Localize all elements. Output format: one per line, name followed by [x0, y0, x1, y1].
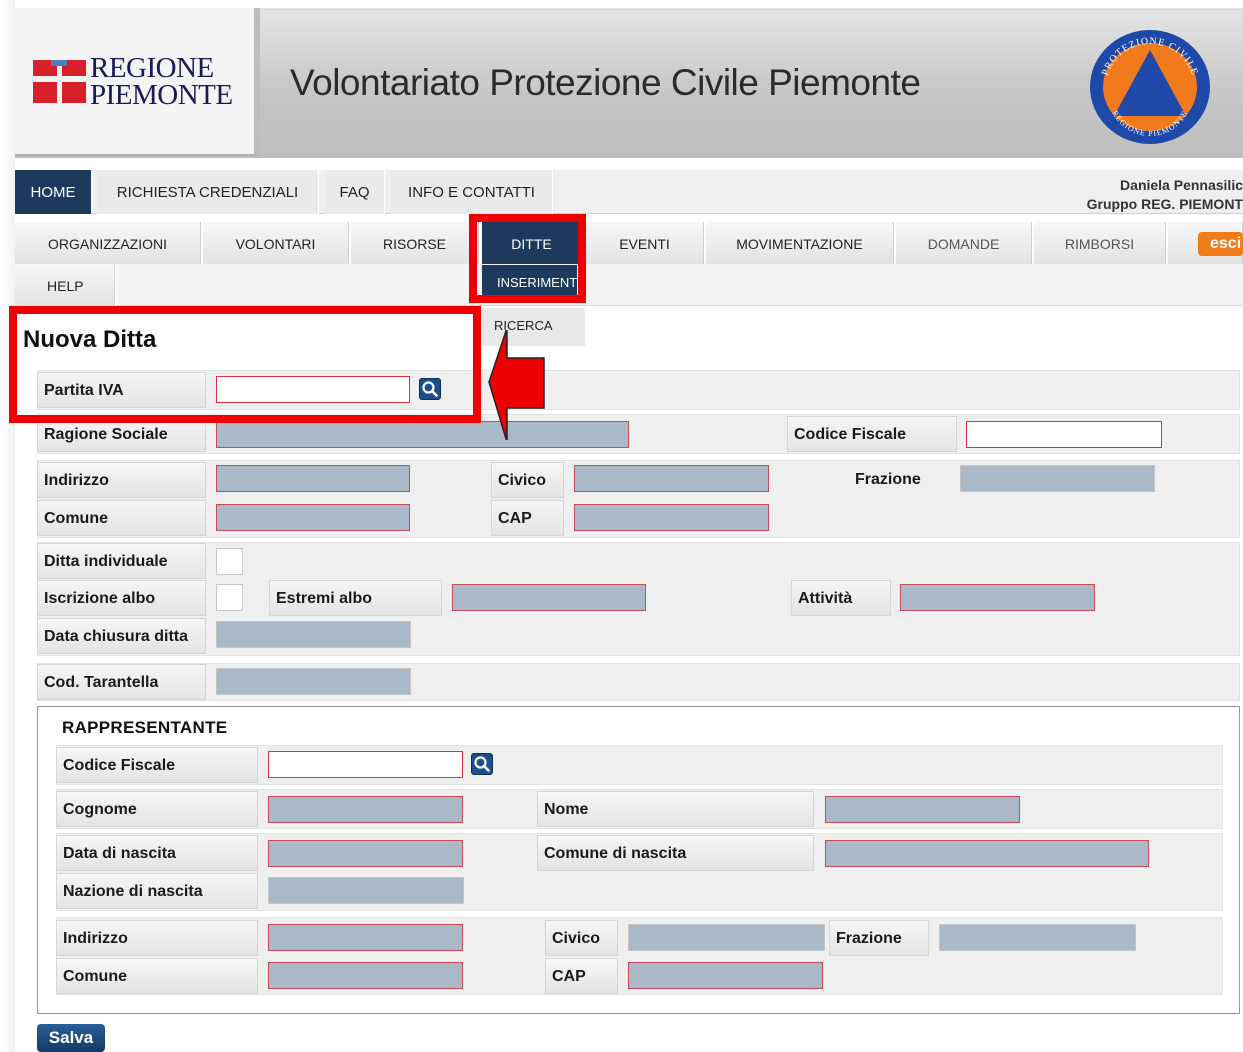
nav-info-contatti[interactable]: INFO E CONTATTI: [391, 170, 553, 214]
rep-label-data-nascita: Data di nascita: [56, 835, 258, 871]
site-title: Volontariato Protezione Civile Piemonte: [290, 62, 921, 103]
top-navigation: HOME RICHIESTA CREDENZIALI FAQ INFO E CO…: [15, 170, 1243, 214]
label-cod-tarantella: Cod. Tarantella: [37, 664, 206, 700]
label-cap: CAP: [491, 500, 564, 536]
menu-risorse[interactable]: RISORSE: [351, 222, 479, 264]
rep-comune-nascita-field[interactable]: [825, 840, 1149, 867]
annotation-arrow-icon: [488, 330, 545, 440]
menu-eventi[interactable]: EVENTI: [586, 222, 704, 264]
region-name-line1: REGIONE: [90, 52, 214, 84]
label-estremi-albo: Estremi albo: [269, 580, 442, 616]
label-civico: Civico: [491, 462, 564, 498]
comune-field[interactable]: [216, 504, 410, 531]
exit-button[interactable]: esci: [1198, 232, 1243, 256]
nav-richiesta-credenziali[interactable]: RICHIESTA CREDENZIALI: [97, 170, 319, 214]
rep-label-civico: Civico: [545, 920, 618, 956]
rep-label-comune: Comune: [56, 958, 258, 994]
attivita-field[interactable]: [900, 584, 1095, 611]
nav-home[interactable]: HOME: [15, 170, 92, 214]
rep-codice-fiscale-search-button[interactable]: [471, 753, 493, 775]
menu-exit-cell: esci: [1168, 222, 1243, 264]
representative-title: RAPPRESENTANTE: [62, 718, 228, 737]
menu-movimentazione[interactable]: MOVIMENTAZIONE: [706, 222, 894, 264]
label-codice-fiscale: Codice Fiscale: [787, 416, 957, 452]
user-name: Daniela Pennasilic: [1120, 177, 1243, 193]
menu-organizzazioni[interactable]: ORGANIZZAZIONI: [15, 222, 201, 264]
rep-comune-field[interactable]: [268, 962, 463, 989]
ragione-sociale-field[interactable]: [216, 421, 629, 448]
rep-frazione-field[interactable]: [939, 924, 1136, 951]
annotation-highlight-menu: [469, 214, 586, 303]
rep-label-nome: Nome: [537, 791, 814, 827]
menu-rimborsi[interactable]: RIMBORSI: [1034, 222, 1166, 264]
label-attivita: Attività: [791, 580, 891, 616]
cap-field[interactable]: [574, 504, 769, 531]
label-indirizzo: Indirizzo: [37, 462, 206, 498]
rep-indirizzo-field[interactable]: [268, 924, 463, 951]
rep-label-nazione-nascita: Nazione di nascita: [56, 873, 258, 909]
menu-help[interactable]: HELP: [15, 264, 115, 306]
region-name: REGIONE PIEMONTE: [90, 52, 233, 111]
label-ditta-individuale: Ditta individuale: [37, 543, 206, 579]
rep-cap-field[interactable]: [628, 962, 823, 989]
rep-data-nascita-field[interactable]: [268, 840, 463, 867]
rep-civico-field[interactable]: [628, 924, 825, 951]
region-name-line2: PIEMONTE: [90, 79, 233, 111]
ditta-individuale-checkbox[interactable]: [216, 548, 243, 575]
label-iscrizione-albo: Iscrizione albo: [37, 580, 206, 616]
cod-tarantella-field[interactable]: [216, 668, 411, 695]
rep-label-frazione: Frazione: [829, 920, 929, 956]
estremi-albo-field[interactable]: [452, 584, 646, 611]
rep-label-cognome: Cognome: [56, 791, 258, 827]
rep-cognome-field[interactable]: [268, 796, 463, 823]
label-frazione: Frazione: [855, 471, 921, 488]
civil-protection-emblem-icon: PROTEZIONE CIVILE REGIONE PIEMONTE: [1090, 30, 1210, 144]
rep-label-indirizzo: Indirizzo: [56, 920, 258, 956]
frazione-field[interactable]: [960, 465, 1155, 492]
rep-label-comune-nascita: Comune di nascita: [537, 835, 814, 871]
label-comune: Comune: [37, 500, 206, 536]
rep-codice-fiscale-input[interactable]: [268, 751, 463, 778]
user-group: Gruppo REG. PIEMONT: [1086, 196, 1243, 212]
indirizzo-field[interactable]: [216, 465, 410, 492]
data-chiusura-field[interactable]: [216, 621, 411, 648]
rep-nazione-nascita-field[interactable]: [268, 877, 464, 904]
codice-fiscale-input[interactable]: [966, 421, 1162, 448]
rep-nome-field[interactable]: [825, 796, 1020, 823]
annotation-highlight-form: [9, 306, 481, 423]
save-button[interactable]: Salva: [37, 1024, 105, 1052]
rep-label-cap: CAP: [545, 958, 618, 994]
submenu-bar-fill: [117, 264, 1243, 306]
page-edge-shadow: [0, 0, 15, 1052]
menu-volontari[interactable]: VOLONTARI: [203, 222, 349, 264]
search-icon: [474, 756, 490, 772]
iscrizione-albo-checkbox[interactable]: [216, 584, 243, 611]
rep-label-codice-fiscale: Codice Fiscale: [56, 747, 258, 783]
menu-domande[interactable]: DOMANDE: [896, 222, 1032, 264]
user-info: Daniela Pennasilic Gruppo REG. PIEMONT: [1087, 176, 1243, 214]
label-data-chiusura: Data chiusura ditta: [37, 618, 206, 654]
civico-field[interactable]: [574, 465, 769, 492]
nav-faq[interactable]: FAQ: [325, 170, 385, 214]
